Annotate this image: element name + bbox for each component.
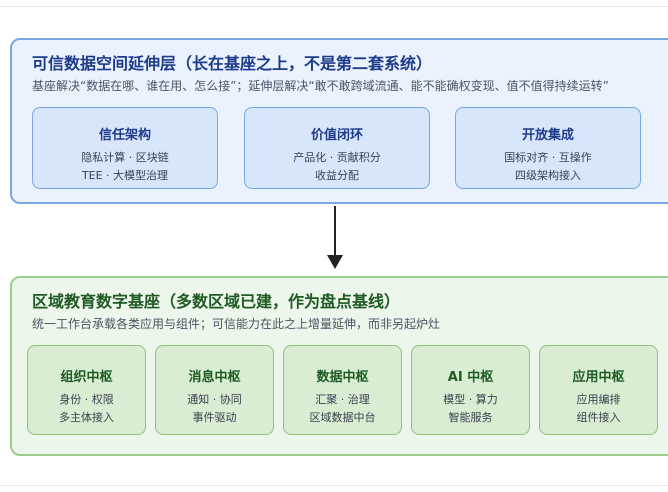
card-line: 身份 · 权限 bbox=[59, 393, 114, 406]
card-title: AI 中枢 bbox=[447, 370, 494, 385]
card-line: 智能服务 bbox=[448, 411, 493, 424]
card-line: 模型 · 算力 bbox=[443, 393, 498, 406]
card-title: 数据中枢 bbox=[316, 370, 369, 385]
card-line: TEE · 大模型治理 bbox=[81, 169, 169, 182]
message-hub-card: 消息中枢 通知 · 协同 事件驱动 bbox=[155, 345, 274, 435]
card-title: 消息中枢 bbox=[188, 370, 241, 385]
card-title: 组织中枢 bbox=[60, 370, 113, 385]
card-line: 多主体接入 bbox=[59, 411, 114, 424]
bottom-divider bbox=[0, 485, 668, 486]
down-arrow-icon bbox=[327, 206, 343, 269]
card-line: 区域数据中台 bbox=[309, 411, 376, 424]
card-line: 产品化 · 贡献积分 bbox=[293, 151, 381, 164]
card-title: 信任架构 bbox=[98, 128, 151, 143]
card-line: 隐私计算 · 区块链 bbox=[81, 151, 169, 164]
value-loop-card: 价值闭环 产品化 · 贡献积分 收益分配 bbox=[244, 107, 430, 189]
card-title: 应用中枢 bbox=[572, 370, 625, 385]
open-integration-card: 开放集成 国标对齐 · 互操作 四级架构接入 bbox=[455, 107, 641, 189]
card-line: 事件驱动 bbox=[192, 411, 237, 424]
trust-layer-title: 可信数据空间延伸层（长在基座之上，不是第二套系统） bbox=[32, 54, 433, 73]
ai-hub-card: AI 中枢 模型 · 算力 智能服务 bbox=[411, 345, 530, 435]
card-line: 通知 · 协同 bbox=[187, 393, 242, 406]
base-layer-title: 区域教育数字基座（多数区域已建，作为盘点基线） bbox=[32, 292, 401, 311]
trust-architecture-card: 信任架构 隐私计算 · 区块链 TEE · 大模型治理 bbox=[32, 107, 218, 189]
card-title: 开放集成 bbox=[521, 128, 574, 143]
card-line: 收益分配 bbox=[315, 169, 359, 182]
card-line: 国标对齐 · 互操作 bbox=[504, 151, 592, 164]
top-divider bbox=[0, 6, 668, 7]
data-hub-card: 数据中枢 汇聚 · 治理 区域数据中台 bbox=[283, 345, 402, 435]
card-title: 价值闭环 bbox=[310, 128, 363, 143]
organization-hub-card: 组织中枢 身份 · 权限 多主体接入 bbox=[27, 345, 146, 435]
card-line: 四级架构接入 bbox=[515, 169, 581, 182]
application-hub-card: 应用中枢 应用编排 组件接入 bbox=[539, 345, 658, 435]
trusted-data-space-layer: 可信数据空间延伸层（长在基座之上，不是第二套系统） 基座解决“数据在哪、谁在用、… bbox=[10, 38, 668, 204]
base-layer-subtitle: 统一工作台承载各类应用与组件；可信能力在此之上增量延伸，而非另起炉灶 bbox=[32, 317, 441, 331]
card-line: 应用编排 bbox=[576, 393, 621, 406]
trust-layer-subtitle: 基座解决“数据在哪、谁在用、怎么接”；延伸层解决“敢不敢跨域流通、能不能确权变现… bbox=[32, 79, 609, 93]
regional-education-base-layer: 区域教育数字基座（多数区域已建，作为盘点基线） 统一工作台承载各类应用与组件；可… bbox=[10, 276, 668, 456]
card-line: 汇聚 · 治理 bbox=[315, 393, 370, 406]
card-line: 组件接入 bbox=[576, 411, 621, 424]
